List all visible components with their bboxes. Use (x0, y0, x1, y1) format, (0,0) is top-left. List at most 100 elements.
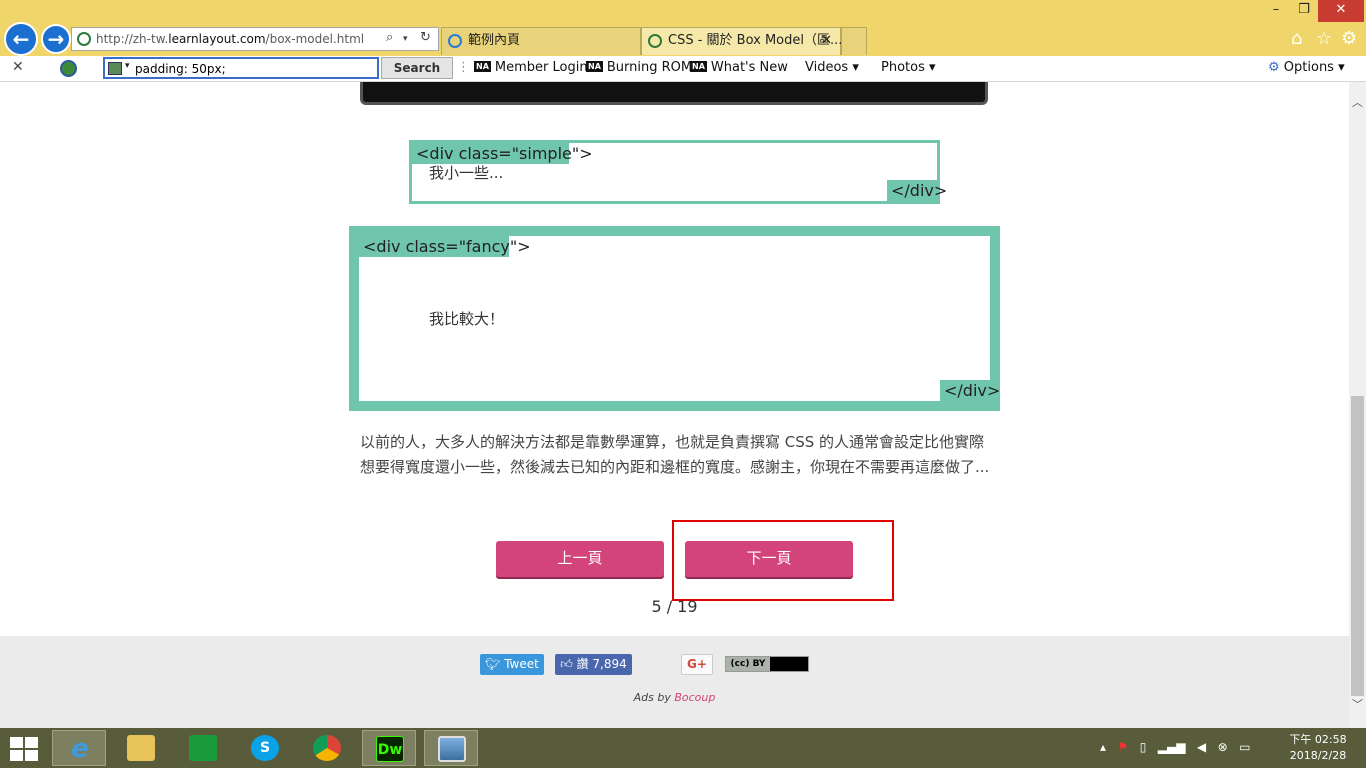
flag-icon[interactable]: ⚑ (1117, 740, 1128, 754)
simple-div-demo: <div class="simple"> 我小一些... </div> (409, 140, 947, 204)
forward-arrow-icon: → (47, 27, 65, 51)
chrome-icon (313, 735, 341, 761)
address-bar[interactable]: http://zh-tw.learnlayout.com/box-model.h… (71, 27, 439, 51)
burning-rom-link[interactable]: NA Burning ROM (586, 60, 692, 75)
options-gear-icon: ⚙ (1268, 60, 1280, 75)
globe-icon[interactable] (60, 60, 77, 77)
network-signal-icon[interactable]: ▂▄▆ (1158, 740, 1186, 754)
system-clock[interactable]: 下午 02:58 2018/2/28 (1281, 732, 1355, 764)
ie-tab-icon (448, 34, 462, 48)
address-dropdown-icon[interactable]: ▾ (403, 34, 408, 44)
bocoup-link[interactable]: Bocoup (674, 691, 715, 704)
ads-credit: Ads by Bocoup (633, 691, 716, 704)
system-tray: ▴ ⚑ ▯ ▂▄▆ ◀ ⊗ ▭ (1100, 740, 1250, 754)
vertical-scrollbar[interactable]: ︿ ﹀ (1349, 82, 1366, 728)
creative-commons-badge[interactable]: (cc) BY (725, 656, 809, 672)
page-counter: 5 / 19 (651, 597, 698, 616)
dreamweaver-icon: Dw (376, 736, 404, 762)
addon-toolbar: ✕ ▾ Search ⋮ NAMember Login NABurning RO… (0, 56, 1366, 82)
videos-dropdown[interactable]: Videos ▾ (805, 60, 859, 75)
na-badge-icon: NA (586, 61, 603, 72)
fancy-open-tag: <div class="fancy"> (359, 236, 531, 257)
tab-box-model[interactable]: CSS - 關於 Box Model（區... ✕ (641, 27, 843, 55)
taskbar-ie[interactable]: e (52, 730, 106, 766)
taskbar-chrome[interactable] (300, 730, 354, 766)
cc-icon: (cc) BY (726, 657, 770, 671)
options-dropdown[interactable]: ⚙ Options ▾ (1268, 60, 1345, 75)
url-text[interactable]: http://zh-tw.learnlayout.com/box-model.h… (96, 32, 364, 46)
close-window-button[interactable]: ✕ (1318, 0, 1364, 22)
taskbar-skype[interactable]: S (238, 730, 292, 766)
ie-icon: e (71, 734, 89, 764)
skype-icon: S (251, 735, 279, 761)
toolbar-search-button[interactable]: Search (381, 57, 453, 79)
cancel-circle-icon[interactable]: ⊗ (1218, 740, 1228, 754)
refresh-icon[interactable]: ↻ (420, 30, 431, 45)
volume-icon[interactable]: ◀ (1197, 740, 1206, 754)
simple-close-tag: </div> (887, 180, 947, 201)
scroll-thumb[interactable] (1351, 396, 1364, 696)
simple-text: 我小一些... (429, 164, 504, 182)
tab-label: 範例內頁 (468, 33, 521, 48)
tab-label: CSS - 關於 Box Model（區... (668, 33, 843, 48)
site-favicon-icon (77, 32, 91, 46)
photo-viewer-icon (438, 736, 466, 762)
taskbar-file-explorer[interactable] (114, 730, 168, 766)
member-login-link[interactable]: NA Member Login (474, 60, 588, 75)
site-tab-icon (648, 34, 662, 48)
facebook-like-button[interactable]: 👍︎ 讚 7,894 (555, 654, 632, 675)
file-explorer-icon (127, 735, 155, 761)
store-icon (189, 735, 217, 761)
back-button[interactable]: ← (4, 22, 38, 56)
clock-time: 下午 02:58 (1289, 733, 1347, 746)
simple-open-tag: <div class="simple"> (412, 143, 593, 164)
search-address-icon[interactable]: ⌕ (386, 30, 393, 45)
na-badge-icon: NA (474, 61, 491, 72)
tweet-button[interactable]: 🐦︎ Tweet (480, 654, 544, 675)
toolbar-search-box[interactable]: ▾ (103, 57, 379, 79)
whats-new-link[interactable]: NA What's New (690, 60, 788, 75)
fancy-close-tag: </div> (940, 380, 1000, 401)
clock-date: 2018/2/28 (1289, 749, 1347, 762)
forward-button[interactable]: → (41, 24, 71, 54)
scroll-down-icon[interactable]: ﹀ (1349, 696, 1366, 712)
favorites-star-icon[interactable]: ☆ (1316, 28, 1332, 49)
taskbar-dreamweaver[interactable]: Dw (362, 730, 416, 766)
new-tab-button[interactable] (841, 27, 867, 55)
google-plus-button[interactable]: G+ (681, 654, 713, 675)
fancy-div-demo: <div class="fancy"> 我比較大！ </div> (349, 226, 1000, 411)
fancy-text: 我比較大！ (429, 310, 505, 328)
photos-dropdown[interactable]: Photos ▾ (881, 60, 936, 75)
taskbar-photo-viewer[interactable] (424, 730, 478, 766)
thumbs-up-icon: 👍︎ (560, 657, 573, 671)
separator-icon: ⋮ (457, 60, 470, 75)
show-hidden-icons-icon[interactable]: ▴ (1100, 740, 1106, 754)
taskbar-store[interactable] (176, 730, 230, 766)
home-icon[interactable]: ⌂ (1291, 28, 1302, 49)
twitter-bird-icon: 🐦︎ (485, 657, 501, 671)
action-center-icon[interactable]: ▭ (1239, 740, 1250, 754)
engine-dropdown-icon[interactable]: ▾ (125, 61, 130, 71)
explanation-paragraph: 以前的人，大多人的解決方法都是靠數學運算，也就是負責撰寫 CSS 的人通常會設定… (360, 433, 990, 476)
device-icon[interactable]: ▯ (1140, 740, 1147, 754)
page-footer: 🐦︎ Tweet 👍︎ 讚 7,894 G+ (cc) BY Ads by Bo… (0, 636, 1349, 728)
back-arrow-icon: ← (12, 27, 30, 51)
example-dark-box (360, 82, 988, 105)
na-badge-icon: NA (690, 61, 707, 72)
page-viewport: <div class="simple"> 我小一些... </div> <div… (0, 82, 1349, 728)
settings-gear-icon[interactable]: ⚙ (1341, 28, 1357, 49)
windows-logo-icon (10, 737, 23, 748)
previous-page-button[interactable]: 上一頁 (496, 541, 664, 577)
minimize-button[interactable]: – (1262, 0, 1290, 22)
browser-titlebar: ← → http://zh-tw.learnlayout.com/box-mod… (0, 0, 1366, 56)
close-toolbar-icon[interactable]: ✕ (12, 59, 24, 75)
close-tab-icon[interactable]: ✕ (821, 28, 832, 54)
search-engine-icon[interactable] (108, 62, 122, 75)
tab-example-page[interactable]: 範例內頁 (441, 27, 641, 55)
toolbar-search-input[interactable] (135, 60, 375, 78)
highlight-box (672, 520, 894, 601)
windows-taskbar: e S Dw ▴ ⚑ ▯ ▂▄▆ ◀ ⊗ ▭ 下午 02:58 2018/2/2… (0, 728, 1366, 768)
scroll-up-icon[interactable]: ︿ (1349, 94, 1366, 110)
start-button[interactable] (10, 737, 38, 761)
restore-button[interactable]: ❐ (1290, 0, 1318, 22)
